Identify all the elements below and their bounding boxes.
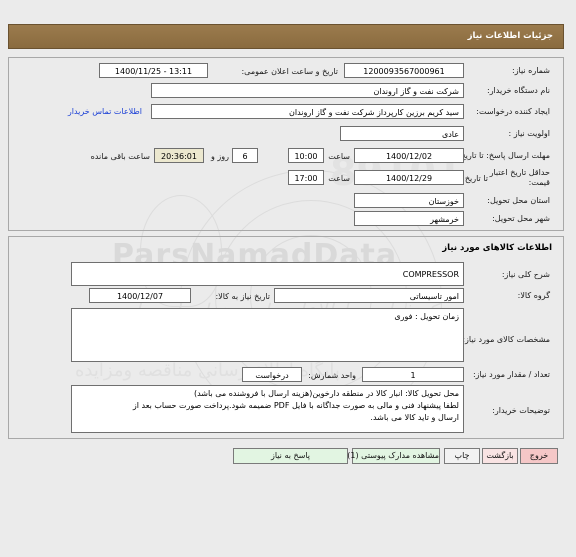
- window-title-bar: جزئیات اطلاعات نیاز: [8, 24, 564, 49]
- specs-value: زمان تحویل : فوری: [71, 308, 464, 362]
- buyer-org-label: نام دستگاه خریدار:: [487, 86, 550, 95]
- unit-label: واحد شمارش:: [308, 371, 356, 380]
- back-button[interactable]: بازگشت: [482, 448, 518, 464]
- exit-button[interactable]: خروج: [520, 448, 558, 464]
- response-deadline-label: مهلت ارسال پاسخ: تا تاریخ :: [455, 151, 550, 160]
- buyer-notes-value: محل تحویل کالا: انبار کالا در منطقه دارخ…: [71, 385, 464, 433]
- need-number-value: 1200093567000961: [344, 63, 464, 78]
- requester-value: سید کریم برزین کارپرداز شرکت نفت و گاز ا…: [151, 104, 464, 119]
- goods-group-label: گروه کالا:: [517, 291, 550, 300]
- quantity-label: تعداد / مقدار مورد نیاز:: [472, 370, 550, 379]
- price-validity-hour-label: ساعت: [328, 174, 350, 183]
- province-label: استان محل تحویل:: [487, 196, 550, 205]
- quantity-value: 1: [362, 367, 464, 382]
- buyer-notes-label: توضیحات خریدار:: [492, 406, 550, 415]
- general-desc-value: COMPRESSOR: [71, 262, 464, 286]
- page-title: جزئیات اطلاعات نیاز: [467, 31, 553, 41]
- announce-datetime-label: تاریخ و ساعت اعلان عمومی:: [241, 67, 338, 76]
- remaining-days-value: 6: [232, 148, 258, 163]
- need-date-value: 1400/12/07: [89, 288, 191, 303]
- response-deadline-date: 1400/12/02: [354, 148, 464, 163]
- respond-to-need-button[interactable]: پاسخ به نیاز: [233, 448, 348, 464]
- priority-label: اولویت نیاز :: [508, 129, 550, 138]
- response-deadline-hour: 10:00: [288, 148, 324, 163]
- goods-group-value: امور تاسیساتی: [274, 288, 464, 303]
- goods-section-title: اطلاعات کالاهای مورد نیاز: [442, 243, 552, 253]
- buyer-notes-line-1: محل تحویل کالا: انبار کالا در منطقه دارخ…: [193, 389, 459, 398]
- price-validity-hour: 17:00: [288, 170, 324, 185]
- remaining-time-suffix-label: ساعت باقی مانده: [90, 152, 150, 161]
- print-button[interactable]: چاپ: [444, 448, 480, 464]
- need-date-label: تاریخ نیاز به کالا:: [215, 292, 270, 301]
- announce-datetime-value: 1400/11/25 - 13:11: [99, 63, 208, 78]
- specs-label: مشخصات کالای مورد نیاز:: [462, 335, 550, 344]
- view-attachments-button[interactable]: مشاهده مدارک پیوستی (1): [347, 448, 440, 464]
- page-root: 89101 ParsNamadData مرکز فرآوری اطلاعات …: [0, 0, 576, 557]
- buyer-org-value: شرکت نفت و گاز اروندان: [151, 83, 464, 98]
- city-value: خرمشهر: [354, 211, 464, 226]
- response-deadline-hour-label: ساعت: [328, 152, 350, 161]
- buyer-notes-line-3: ارسال و تاید کالا می باشد.: [370, 413, 459, 422]
- unit-value: درخواست: [242, 367, 302, 382]
- remaining-time-countdown: 20:36:01: [154, 148, 204, 163]
- buyer-contact-link[interactable]: اطلاعات تماس خریدار: [68, 107, 142, 116]
- remaining-days-label: روز و: [211, 152, 229, 161]
- buyer-notes-line-2: لطفا پیشنهاد فنی و مالی به صورت جداگانه …: [132, 401, 459, 410]
- price-validity-date: 1400/12/29: [354, 170, 464, 185]
- priority-value: عادی: [340, 126, 464, 141]
- requester-label: ایجاد کننده درخواست:: [476, 107, 550, 116]
- city-label: شهر محل تحویل:: [492, 214, 550, 223]
- price-validity-label: حداقل تاریخ اعتبار قیمت:: [489, 168, 550, 187]
- province-value: خوزستان: [354, 193, 464, 208]
- general-desc-label: شرح کلی نیاز:: [501, 270, 550, 279]
- need-number-label: شماره نیاز:: [512, 66, 550, 75]
